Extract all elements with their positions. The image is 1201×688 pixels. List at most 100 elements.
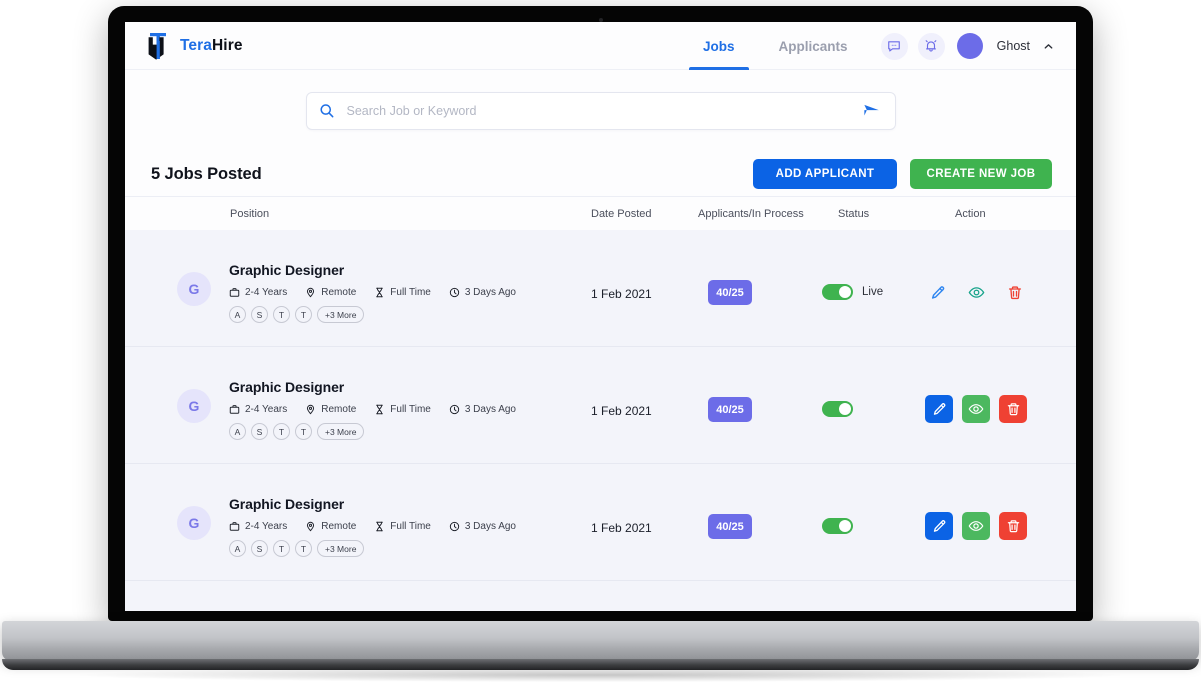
hourglass-icon bbox=[376, 404, 384, 415]
column-header-status: Status bbox=[838, 208, 870, 220]
job-date-posted: 1 Feb 2021 bbox=[591, 404, 652, 418]
briefcase-icon bbox=[229, 288, 240, 297]
tab-jobs[interactable]: Jobs bbox=[681, 22, 757, 70]
location-pin-icon bbox=[307, 404, 315, 415]
view-eye-icon bbox=[968, 287, 985, 298]
add-applicant-button[interactable]: ADD APPLICANT bbox=[753, 159, 897, 189]
toolbar-buttons: ADD APPLICANT CREATE NEW JOB bbox=[753, 159, 1052, 189]
row-actions bbox=[925, 512, 1027, 540]
job-status bbox=[822, 401, 853, 417]
skill-tag[interactable]: T bbox=[295, 306, 312, 323]
skill-tag[interactable]: S bbox=[251, 540, 268, 557]
skill-tag[interactable]: A bbox=[229, 540, 246, 557]
laptop-base bbox=[2, 621, 1199, 661]
tab-applicants[interactable]: Applicants bbox=[757, 22, 870, 70]
skill-tag-more[interactable]: +3 More bbox=[317, 423, 365, 440]
content-top: 5 Jobs Posted ADD APPLICANT CREATE NEW J… bbox=[125, 70, 1076, 230]
job-tags: A S T T +3 More bbox=[229, 423, 516, 440]
skill-tag-more[interactable]: +3 More bbox=[317, 306, 365, 323]
meta-location: Remote bbox=[305, 404, 356, 415]
job-avatar: G bbox=[177, 272, 211, 306]
delete-trash-icon bbox=[1007, 519, 1019, 532]
delete-job-button[interactable] bbox=[1007, 285, 1023, 306]
view-job-button[interactable] bbox=[968, 284, 985, 306]
applicants-badge[interactable]: 40/25 bbox=[708, 514, 752, 539]
meta-experience: 2-4 Years bbox=[229, 521, 287, 532]
column-header-position: Position bbox=[230, 208, 270, 220]
view-eye-icon bbox=[968, 404, 984, 414]
job-title[interactable]: Graphic Designer bbox=[229, 262, 516, 278]
view-job-button[interactable] bbox=[962, 395, 990, 423]
delete-job-button[interactable] bbox=[999, 512, 1027, 540]
table-header: Position Date Posted Applicants/In Proce… bbox=[125, 196, 1076, 230]
skill-tag[interactable]: A bbox=[229, 423, 246, 440]
clock-icon bbox=[449, 404, 459, 415]
search-icon bbox=[319, 104, 333, 118]
search-bar[interactable] bbox=[305, 92, 896, 130]
meta-employment-type: Full Time bbox=[374, 287, 431, 298]
chat-bubble-icon bbox=[888, 41, 900, 52]
terahire-monogram-icon bbox=[148, 32, 166, 60]
skill-tag[interactable]: S bbox=[251, 306, 268, 323]
view-eye-icon bbox=[968, 521, 984, 531]
header-nav: Jobs Applicants bbox=[681, 22, 870, 70]
toolbar: 5 Jobs Posted ADD APPLICANT CREATE NEW J… bbox=[125, 130, 1076, 196]
applicants-badge[interactable]: 40/25 bbox=[708, 397, 752, 422]
job-meta: 2-4 Years Remote Full Time 3 Days Ago bbox=[229, 404, 516, 415]
meta-employment-type: Full Time bbox=[374, 404, 431, 415]
skill-tag[interactable]: T bbox=[295, 540, 312, 557]
meta-posted-ago: 3 Days Ago bbox=[449, 521, 516, 532]
delete-trash-icon bbox=[1008, 285, 1022, 299]
job-status: Live bbox=[822, 284, 883, 300]
job-title[interactable]: Graphic Designer bbox=[229, 496, 516, 512]
table-row[interactable]: GGraphic Designer2-4 YearsRemoteFull Tim… bbox=[125, 581, 1076, 611]
status-toggle[interactable] bbox=[822, 284, 853, 300]
search-input[interactable] bbox=[346, 104, 863, 118]
column-header-action: Action bbox=[955, 208, 986, 220]
location-pin-icon bbox=[307, 521, 315, 532]
table-row[interactable]: G Graphic Designer 2-4 Years Remote Full Tim… bbox=[125, 347, 1076, 464]
send-arrow-icon[interactable] bbox=[863, 103, 881, 119]
edit-job-button[interactable] bbox=[925, 512, 953, 540]
brand-logo[interactable]: TeraHire bbox=[145, 32, 243, 60]
job-tags: A S T T +3 More bbox=[229, 540, 516, 557]
briefcase-icon bbox=[229, 405, 240, 414]
column-header-applicants: Applicants/In Process bbox=[698, 208, 804, 220]
job-meta: 2-4 Years Remote Full Time 3 Days Ago bbox=[229, 287, 516, 298]
skill-tag[interactable]: T bbox=[273, 423, 290, 440]
meta-experience: 2-4 Years bbox=[229, 287, 287, 298]
meta-experience: 2-4 Years bbox=[229, 404, 287, 415]
create-new-job-button[interactable]: CREATE NEW JOB bbox=[910, 159, 1052, 189]
skill-tag[interactable]: T bbox=[295, 423, 312, 440]
column-header-date: Date Posted bbox=[591, 208, 652, 220]
chevron-up-icon[interactable] bbox=[1043, 41, 1054, 52]
skill-tag-more[interactable]: +3 More bbox=[317, 540, 365, 557]
edit-job-button[interactable] bbox=[925, 395, 953, 423]
table-row[interactable]: G Graphic Designer 2-4 Years Remote Full Tim… bbox=[125, 230, 1076, 347]
skill-tag[interactable]: T bbox=[273, 540, 290, 557]
table-row[interactable]: GGraphic Designer2-4 YearsRemoteFull Tim… bbox=[125, 464, 1076, 581]
status-toggle[interactable] bbox=[822, 401, 853, 417]
meta-location: Remote bbox=[305, 287, 356, 298]
skill-tag[interactable]: S bbox=[251, 423, 268, 440]
job-status bbox=[822, 518, 853, 534]
job-title[interactable]: Graphic Designer bbox=[229, 379, 516, 395]
skill-tag[interactable]: A bbox=[229, 306, 246, 323]
brand-name-part1: Tera bbox=[180, 36, 212, 54]
notifications-button[interactable] bbox=[917, 32, 945, 60]
edit-job-button[interactable] bbox=[930, 285, 946, 306]
messages-button[interactable] bbox=[880, 32, 908, 60]
app-screen: TeraHire Jobs Applicants Ghost Search Jo… bbox=[125, 22, 1076, 611]
avatar[interactable] bbox=[956, 33, 983, 59]
status-toggle[interactable] bbox=[822, 518, 853, 534]
delete-job-button[interactable] bbox=[999, 395, 1027, 423]
app-header: TeraHire Jobs Applicants Ghost bbox=[125, 22, 1076, 70]
applicants-badge[interactable]: 40/25 bbox=[708, 280, 752, 305]
brand-name-part2: Hire bbox=[212, 36, 243, 54]
job-avatar: G bbox=[177, 506, 211, 540]
job-avatar: G bbox=[177, 389, 211, 423]
jobs-list: G Graphic Designer 2-4 Years Remote Full Tim… bbox=[125, 230, 1076, 611]
view-job-button[interactable] bbox=[962, 512, 990, 540]
skill-tag[interactable]: T bbox=[273, 306, 290, 323]
hourglass-icon bbox=[376, 521, 384, 532]
